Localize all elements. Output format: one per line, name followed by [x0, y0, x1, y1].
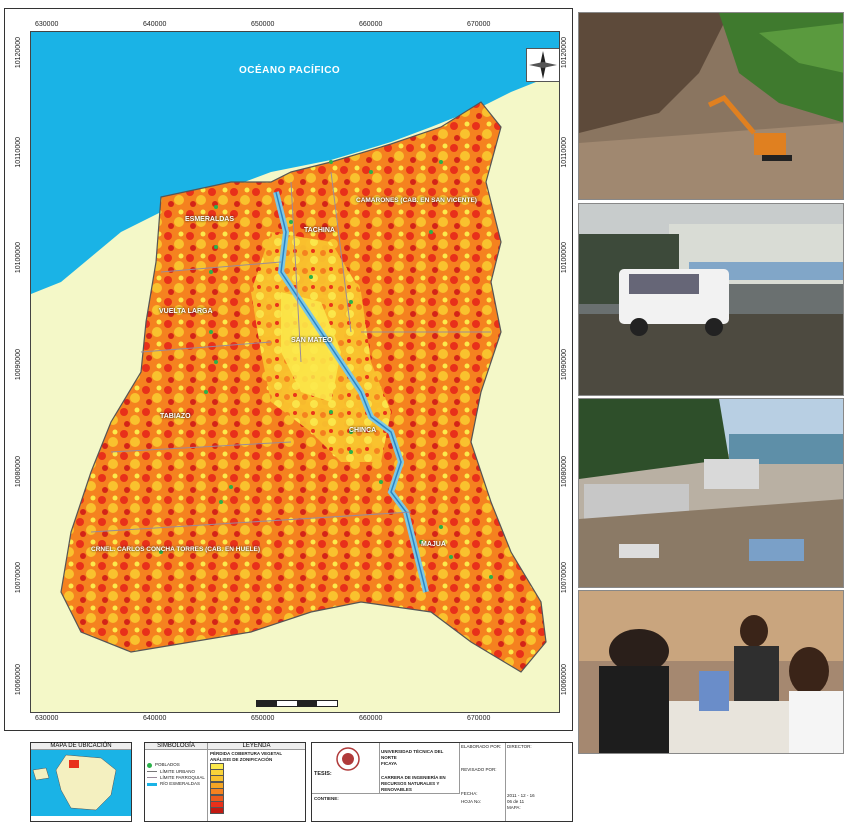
land-cover-map: [31, 32, 559, 712]
y-tick-right-0: 10120000: [561, 37, 568, 69]
date-value: 2011 - 12 - 16: [507, 793, 535, 798]
river-symbol-icon: [147, 782, 157, 786]
director-label: DIRECTOR:: [507, 744, 532, 749]
reviewed-by-label: REVISADO POR:: [461, 767, 497, 772]
map-label: MAPA:: [507, 805, 521, 810]
y-tick-left-6: 10060000: [15, 664, 22, 696]
x-tick-top-4: 670000: [467, 21, 491, 28]
ocean-label: OCÉANO PACÍFICO: [239, 65, 341, 76]
place-label-chinca: CHINCA: [349, 427, 377, 434]
symbology-item-urban-limit: LÍMITE URBANO: [160, 768, 196, 774]
place-label-esmeraldas: ESMERALDAS: [185, 216, 235, 223]
x-tick-bottom-0: 630000: [35, 715, 59, 722]
y-tick-left-5: 10070000: [15, 562, 22, 594]
scale-bar: [256, 700, 338, 707]
y-tick-left-4: 10080000: [15, 456, 22, 488]
career-name: CARRERA DE INGENIERÍA EN RECURSOS NATURA…: [381, 775, 446, 792]
title-block: TESIS: UNIVERSIDAD TÉCNICA DEL NORTE FIC…: [311, 742, 573, 822]
photo-landslide: [578, 12, 844, 200]
location-map-title: MAPA DE UBICACIÓN: [31, 743, 131, 750]
legend-title: LEYENDA: [208, 743, 305, 750]
y-tick-left-2: 10100000: [15, 242, 22, 274]
location-map-graphic: [31, 750, 131, 816]
x-tick-bottom-3: 660000: [359, 715, 383, 722]
photo-destroyed-houses: [578, 398, 844, 588]
university-name: UNIVERSIDAD TÉCNICA DEL NORTE: [381, 749, 444, 760]
x-tick-bottom-2: 650000: [251, 715, 275, 722]
x-tick-top-2: 650000: [251, 21, 275, 28]
content-label: CONTIENE:: [314, 796, 339, 801]
symbology-item-towns: POBLADOS: [155, 762, 180, 768]
y-tick-right-1: 10110000: [561, 137, 568, 168]
place-label-tachina: TACHINA: [304, 227, 335, 234]
y-tick-right-4: 10080000: [561, 456, 568, 488]
place-label-carlos-concha: CRNEL. CARLOS CONCHA TORRES (CAB. EN HUE…: [91, 546, 261, 553]
place-label-majua: MAJUA: [421, 541, 446, 548]
town-symbol-icon: [147, 762, 152, 768]
urban-limit-symbol-icon: [147, 771, 157, 773]
symbology-legend-box: SIMBOLOGÍA POBLADOS LÍMITE URBANO LÍMITE…: [144, 742, 306, 822]
legend-swatch-8: [210, 807, 224, 815]
y-tick-right-2: 10100000: [561, 242, 568, 274]
symbology-title: SIMBOLOGÍA: [145, 743, 207, 750]
y-tick-left-0: 10120000: [15, 37, 22, 69]
y-tick-left-3: 10090000: [15, 349, 22, 381]
parish-limit-symbol-icon: [147, 777, 157, 779]
place-label-vuelta-larga: VUELTA LARGA: [159, 308, 213, 315]
north-arrow-icon: [526, 48, 559, 82]
university-seal-icon: [336, 747, 360, 771]
date-label: FECHA:: [461, 791, 478, 796]
thesis-label: TESIS:: [314, 771, 332, 777]
y-tick-right-5: 10070000: [561, 562, 568, 594]
location-map-box: MAPA DE UBICACIÓN: [30, 742, 132, 822]
symbology-item-river: RÍO ESMERALDAS: [160, 781, 201, 787]
place-label-san-mateo: SAN MATEO: [291, 337, 333, 344]
x-tick-top-0: 630000: [35, 21, 59, 28]
sheet-label: HOJA No:: [461, 799, 482, 804]
prepared-by-label: ELABORADO POR:: [461, 744, 502, 749]
x-tick-bottom-4: 670000: [467, 715, 491, 722]
photo-medical-care: [578, 590, 844, 754]
photo-flooded-street: [578, 203, 844, 396]
y-tick-right-3: 10090000: [561, 349, 568, 381]
place-label-tabiazo: TABIAZO: [160, 413, 191, 420]
map-frame: OCÉANO PACÍFICO ESMERALDAS CAMARONES (CA…: [4, 8, 573, 731]
x-tick-top-3: 660000: [359, 21, 383, 28]
map-canvas[interactable]: OCÉANO PACÍFICO ESMERALDAS CAMARONES (CA…: [30, 31, 560, 713]
x-tick-bottom-1: 640000: [143, 715, 167, 722]
x-tick-top-1: 640000: [143, 21, 167, 28]
y-tick-left-1: 10110000: [15, 137, 22, 168]
y-tick-right-6: 10060000: [561, 664, 568, 696]
place-label-camarones: CAMARONES (CAB. EN SAN VICENTE): [356, 197, 477, 204]
